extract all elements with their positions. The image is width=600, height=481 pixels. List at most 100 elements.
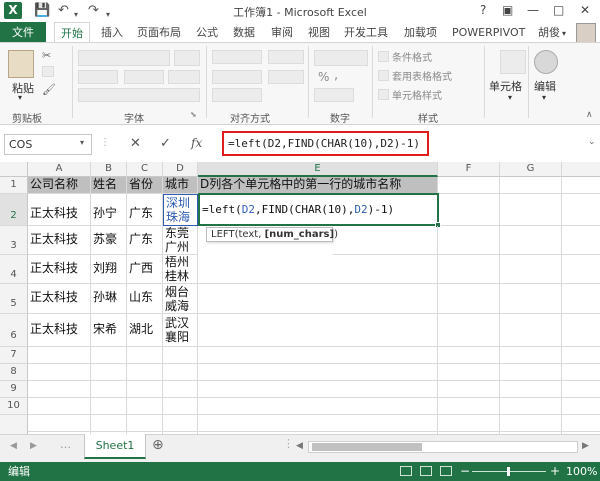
row-header-5[interactable]: 5 — [0, 284, 28, 314]
cell-e2-editing[interactable]: =left(D2,FIND(CHAR(10),D2)-1) — [198, 193, 439, 226]
tab-page-layout[interactable]: 页面布局 — [137, 22, 181, 43]
column-header-b[interactable]: B — [91, 162, 127, 177]
row-header-3[interactable]: 3 — [0, 226, 28, 255]
function-tooltip[interactable]: LEFT(text, [num_chars]) — [206, 227, 338, 242]
cells-icon[interactable] — [500, 50, 526, 74]
tab-addins[interactable]: 加载项 — [404, 22, 437, 43]
name-box[interactable]: COS — [4, 134, 92, 155]
column-header-next[interactable] — [562, 162, 600, 177]
qat-customize-icon[interactable]: ▾ — [106, 7, 110, 23]
zoom-out-icon[interactable]: − — [460, 462, 470, 481]
cell-b2[interactable]: 孙宁 — [91, 194, 127, 226]
zoom-level[interactable]: 100% — [566, 462, 597, 481]
cell-d1[interactable]: 城市 — [163, 177, 198, 194]
horizontal-align-buttons[interactable] — [212, 70, 262, 84]
cell-e1[interactable]: D列各个单元格中的第一行的城市名称 — [198, 177, 438, 194]
select-all-corner[interactable] — [0, 162, 28, 177]
insert-function-icon[interactable]: fx — [191, 136, 202, 150]
close-button[interactable]: ✕ — [580, 3, 590, 17]
decimal-buttons[interactable] — [314, 88, 354, 102]
sheet-prev-icon[interactable]: ◀ — [10, 441, 17, 451]
editing-button[interactable]: 编辑 — [534, 78, 556, 94]
conditional-format-button[interactable]: 条件格式 — [392, 49, 432, 64]
cells-dropdown-icon[interactable]: ▾ — [508, 93, 512, 102]
row-header-8[interactable]: 8 — [0, 364, 28, 381]
tab-home[interactable]: 开始 — [54, 22, 90, 43]
font-size-select[interactable] — [174, 50, 200, 66]
cell-c5[interactable]: 山东 — [127, 284, 163, 314]
scroll-left-icon[interactable]: ◀ — [296, 441, 303, 451]
row-header-next[interactable] — [0, 415, 28, 434]
font-name-select[interactable] — [78, 50, 170, 66]
scrollbar-thumb[interactable] — [312, 443, 422, 451]
maximize-button[interactable]: □ — [553, 3, 564, 17]
normal-view-icon[interactable] — [400, 466, 412, 476]
cell-c4[interactable]: 广西 — [127, 255, 163, 284]
tab-splitter-icon[interactable]: ⋮ — [283, 437, 294, 450]
paste-button[interactable]: 粘贴 — [12, 80, 34, 96]
cell-a5[interactable]: 正太科技 — [28, 284, 91, 314]
row-header-10[interactable]: 10 — [0, 398, 28, 415]
page-layout-view-icon[interactable] — [420, 466, 432, 476]
row-header-2[interactable]: 2 — [0, 194, 28, 226]
indent-buttons[interactable] — [212, 88, 262, 102]
cell-a6[interactable]: 正太科技 — [28, 314, 91, 347]
tab-file[interactable]: 文件 — [0, 22, 46, 43]
fill-color-button[interactable] — [78, 88, 200, 102]
tab-data[interactable]: 数据 — [233, 22, 255, 43]
cell-d4[interactable]: 梧州 桂林 — [163, 255, 198, 284]
table-format-button[interactable]: 套用表格格式 — [392, 68, 452, 83]
empty-cells[interactable] — [28, 347, 600, 434]
font-color-button[interactable] — [168, 70, 200, 84]
name-box-dropdown-icon[interactable]: ▾ — [80, 138, 84, 147]
cell-a1[interactable]: 公司名称 — [28, 177, 91, 194]
tab-formulas[interactable]: 公式 — [196, 22, 218, 43]
cell-d5[interactable]: 烟台 威海 — [163, 284, 198, 314]
zoom-slider-thumb[interactable] — [507, 467, 510, 476]
save-icon[interactable]: 💾 — [34, 3, 50, 19]
cell-e6[interactable] — [198, 314, 438, 347]
scroll-right-icon[interactable]: ▶ — [582, 441, 589, 451]
ribbon-options-icon[interactable]: ▣ — [502, 3, 513, 17]
add-sheet-icon[interactable]: ⊕ — [152, 437, 164, 453]
column-header-f[interactable]: F — [438, 162, 500, 177]
cell-a3[interactable]: 正太科技 — [28, 226, 91, 255]
border-button[interactable] — [124, 70, 164, 84]
redo-icon[interactable]: ↷ — [88, 3, 99, 19]
copy-icon[interactable] — [42, 66, 54, 77]
tab-developer[interactable]: 开发工具 — [344, 22, 388, 43]
cut-icon[interactable]: ✂ — [42, 49, 51, 62]
zoom-in-icon[interactable]: + — [550, 462, 560, 481]
cell-b5[interactable]: 孙琳 — [91, 284, 127, 314]
vertical-align-buttons[interactable] — [212, 50, 262, 64]
cell-b3[interactable]: 苏豪 — [91, 226, 127, 255]
cancel-icon[interactable]: ✕ — [130, 136, 141, 151]
cell-b4[interactable]: 刘翔 — [91, 255, 127, 284]
cell-e4[interactable] — [198, 255, 438, 284]
cell-d2[interactable]: 深圳 珠海 — [163, 194, 198, 226]
cell-b1[interactable]: 姓名 — [91, 177, 127, 194]
cell-b6[interactable]: 宋希 — [91, 314, 127, 347]
help-icon[interactable]: ? — [480, 3, 486, 17]
user-dropdown-icon[interactable]: ▾ — [562, 29, 566, 38]
user-name[interactable]: 胡俊 — [538, 22, 560, 43]
user-account[interactable]: 胡俊 ▾ — [532, 22, 600, 43]
column-header-d[interactable]: D — [163, 162, 198, 177]
wrap-text-button[interactable] — [268, 50, 304, 64]
font-style-buttons[interactable] — [78, 70, 118, 84]
cell-c6[interactable]: 湖北 — [127, 314, 163, 347]
empty-cells-right[interactable] — [438, 177, 600, 347]
undo-dropdown-icon[interactable]: ▾ — [74, 7, 78, 23]
tab-view[interactable]: 视图 — [308, 22, 330, 43]
sheet-tab-sheet1[interactable]: Sheet1 — [84, 434, 146, 459]
page-break-view-icon[interactable] — [440, 466, 452, 476]
cells-button[interactable]: 单元格 — [489, 78, 522, 94]
column-header-g[interactable]: G — [500, 162, 562, 177]
editing-dropdown-icon[interactable]: ▾ — [542, 93, 546, 102]
tab-review[interactable]: 审阅 — [271, 22, 293, 43]
cell-d3[interactable]: 东莞 广州 — [163, 226, 198, 255]
sheet-ellipsis-icon[interactable]: … — [60, 438, 71, 451]
row-header-9[interactable]: 9 — [0, 381, 28, 398]
paste-dropdown-icon[interactable]: ▾ — [18, 93, 22, 102]
sheet-next-icon[interactable]: ▶ — [30, 441, 37, 451]
